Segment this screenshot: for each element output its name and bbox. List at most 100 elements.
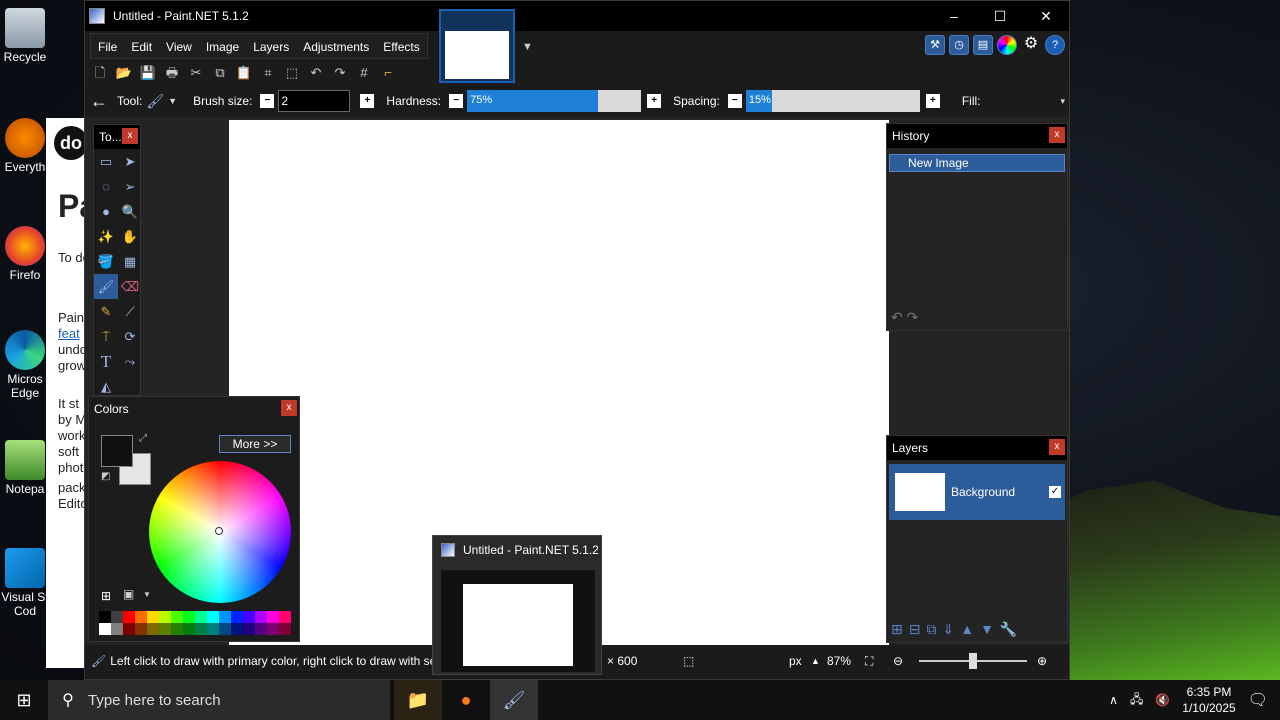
volume-muted-icon[interactable]: 🔇: [1155, 693, 1170, 707]
units-selector[interactable]: px: [789, 654, 802, 668]
maximize-button[interactable]: ☐: [977, 8, 1023, 25]
paste-icon[interactable]: 📋: [234, 63, 254, 83]
palette-swatch[interactable]: [207, 623, 219, 635]
new-file-icon[interactable]: 🗋: [90, 63, 110, 83]
paintnet-taskbar-icon[interactable]: 🖌: [490, 680, 538, 720]
save-icon[interactable]: 💾: [138, 63, 158, 83]
tools-panel-header[interactable]: To... x: [94, 125, 140, 149]
layer-properties-icon[interactable]: 🔧: [1000, 621, 1017, 638]
menu-effects[interactable]: Effects: [376, 34, 426, 58]
palette-swatch[interactable]: [171, 611, 183, 623]
taskbar-window-preview[interactable]: Untitled - Paint.NET 5.1.2: [432, 535, 602, 675]
move-selected-pixels-tool-icon[interactable]: ➤: [118, 149, 142, 174]
undo-icon[interactable]: ↶: [306, 63, 326, 83]
colors-panel-header[interactable]: Colors x: [89, 397, 299, 421]
more-colors-button[interactable]: More >>: [219, 435, 291, 453]
palette-swatch[interactable]: [231, 611, 243, 623]
palette-swatch[interactable]: [99, 623, 111, 635]
palette-swatch[interactable]: [195, 611, 207, 623]
rulers-icon[interactable]: ⌐: [378, 63, 398, 83]
palette-dropdown-icon[interactable]: ▼: [143, 590, 151, 599]
hardness-slider[interactable]: 75%: [467, 90, 642, 112]
color-picker-tool-icon[interactable]: ⟋: [118, 299, 142, 324]
taskbar-clock[interactable]: 6:35 PM 1/10/2025: [1182, 684, 1235, 716]
taskbar-search-box[interactable]: ⚲ Type here to search: [48, 680, 390, 720]
palette-swatch[interactable]: [183, 623, 195, 635]
palette-swatch[interactable]: [147, 611, 159, 623]
palette-swatch[interactable]: [219, 623, 231, 635]
duplicate-layer-icon[interactable]: ⧉: [926, 621, 936, 638]
tools-panel-close-button[interactable]: x: [122, 128, 138, 144]
reset-colors-icon[interactable]: ◩: [101, 471, 110, 482]
eraser-tool-icon[interactable]: ⌫: [118, 274, 142, 299]
palette-swatch[interactable]: [207, 611, 219, 623]
history-panel-header[interactable]: History x: [887, 124, 1067, 148]
toolbar-overflow-icon[interactable]: ▾: [1060, 96, 1065, 107]
spacing-decrease-button[interactable]: −: [727, 94, 742, 108]
zoom-tool-icon[interactable]: 🔍: [118, 199, 142, 224]
merge-layer-down-icon[interactable]: ⇓: [942, 621, 954, 638]
paint-bucket-tool-icon[interactable]: 🪣: [94, 249, 118, 274]
palette-swatch[interactable]: [135, 623, 147, 635]
network-icon[interactable]: 🖧: [1130, 690, 1143, 711]
paintbrush-tool-icon[interactable]: 🖌: [146, 93, 164, 110]
palette-swatch[interactable]: [267, 623, 279, 635]
ellipse-select-tool-icon[interactable]: ●: [94, 199, 118, 224]
cut-icon[interactable]: ✂: [186, 63, 206, 83]
layers-panel-header[interactable]: Layers x: [887, 436, 1067, 460]
brush-size-increase-button[interactable]: +: [360, 94, 375, 108]
help-icon[interactable]: ?: [1045, 35, 1065, 55]
primary-color-swatch[interactable]: [101, 435, 133, 467]
palette-swatch[interactable]: [219, 611, 231, 623]
menu-edit[interactable]: Edit: [124, 34, 159, 58]
palette-swatch[interactable]: [243, 623, 255, 635]
file-explorer-taskbar-icon[interactable]: 📁: [394, 680, 442, 720]
palette-swatch[interactable]: [231, 623, 243, 635]
palette-menu-icon[interactable]: ▣: [123, 587, 134, 601]
palette-swatch[interactable]: [111, 623, 123, 635]
minimize-button[interactable]: –: [931, 8, 977, 25]
windows-start-icon[interactable]: ⊞: [0, 690, 48, 711]
palette-swatch[interactable]: [267, 611, 279, 623]
palette-swatch[interactable]: [279, 611, 291, 623]
swap-colors-icon[interactable]: ⤢: [139, 433, 147, 444]
units-dropdown-icon[interactable]: ▲: [811, 656, 820, 666]
copy-icon[interactable]: ⧉: [210, 63, 230, 83]
zoom-out-icon[interactable]: ⊖: [893, 654, 903, 668]
desktop-icon-recycle-bin[interactable]: Recycle: [0, 8, 50, 64]
history-window-toggle-icon[interactable]: ◷: [949, 35, 969, 55]
delete-layer-icon[interactable]: ⊟: [909, 621, 921, 638]
color-palette[interactable]: [99, 611, 291, 635]
history-item-new-image[interactable]: New Image: [889, 154, 1065, 172]
desktop-icon-everything[interactable]: Everyth: [0, 118, 50, 174]
brush-size-decrease-button[interactable]: −: [260, 94, 275, 108]
palette-swatch[interactable]: [255, 611, 267, 623]
move-selection-tool-icon[interactable]: ➢: [118, 174, 142, 199]
article-link[interactable]: feat: [58, 326, 80, 341]
recolor-tool-icon[interactable]: ⟳: [118, 324, 142, 349]
pencil-tool-icon[interactable]: ✎: [94, 299, 118, 324]
desktop-icon-vscode[interactable]: Visual St Cod: [0, 548, 50, 618]
magic-wand-tool-icon[interactable]: ✨: [94, 224, 118, 249]
tools-window-toggle-icon[interactable]: ⚒: [925, 35, 945, 55]
clone-stamp-tool-icon[interactable]: ⍑: [94, 324, 118, 349]
firefox-taskbar-icon[interactable]: ●: [442, 680, 490, 720]
move-layer-up-icon[interactable]: ▲: [960, 621, 974, 638]
palette-swatch[interactable]: [183, 611, 195, 623]
palette-swatch[interactable]: [123, 611, 135, 623]
palette-swatch[interactable]: [135, 611, 147, 623]
history-panel-close-button[interactable]: x: [1049, 127, 1065, 143]
palette-swatch[interactable]: [159, 611, 171, 623]
brush-size-input[interactable]: [278, 90, 351, 112]
hardness-increase-button[interactable]: +: [647, 94, 662, 108]
history-redo-icon[interactable]: ↷: [907, 309, 919, 325]
menu-view[interactable]: View: [159, 34, 199, 58]
redo-icon[interactable]: ↷: [330, 63, 350, 83]
move-layer-down-icon[interactable]: ▼: [980, 621, 994, 638]
zoom-in-icon[interactable]: ⊕: [1037, 654, 1047, 668]
image-tab-thumbnail[interactable]: [439, 9, 515, 83]
deselect-icon[interactable]: ⬚: [282, 63, 302, 83]
menu-image[interactable]: Image: [199, 34, 246, 58]
colors-window-toggle-icon[interactable]: [997, 35, 1017, 55]
desktop-icon-notepad[interactable]: Notepa: [0, 440, 50, 496]
